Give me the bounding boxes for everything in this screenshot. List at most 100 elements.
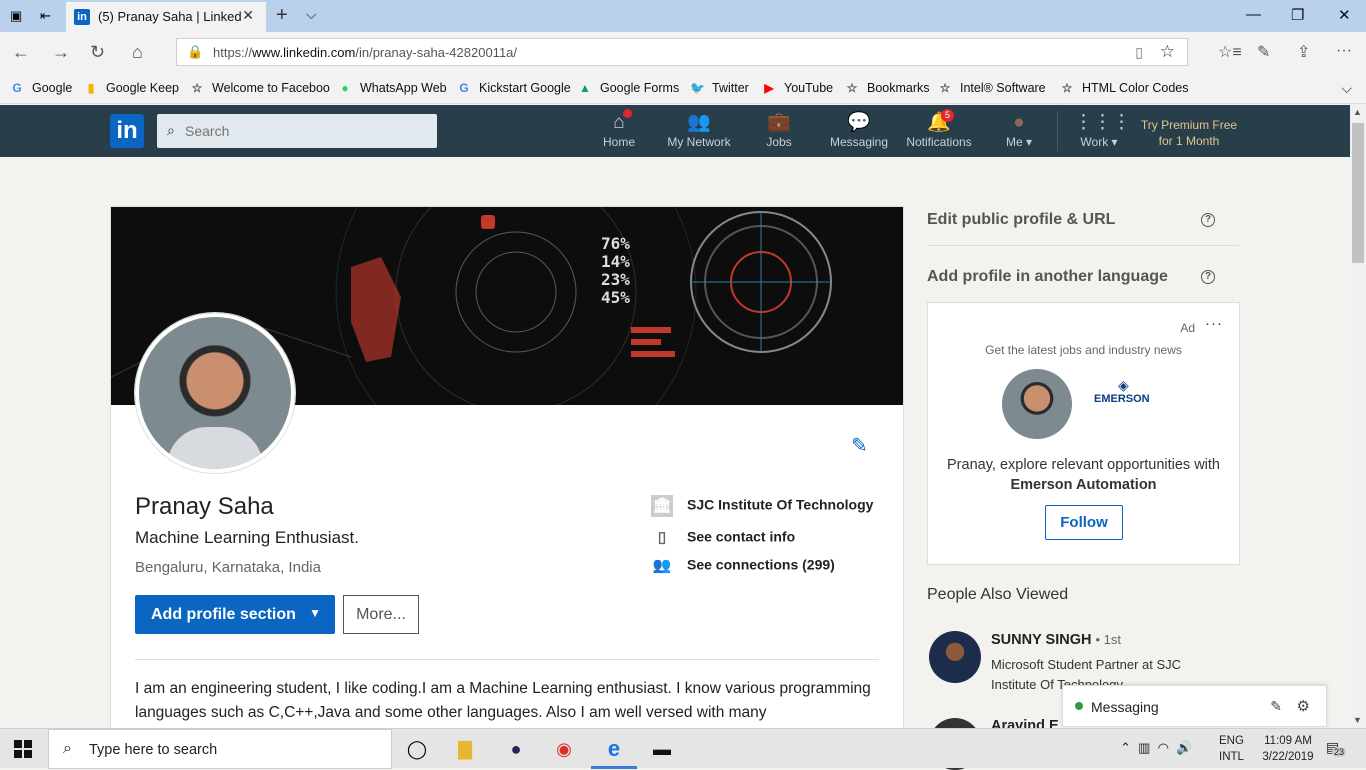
close-tab-icon[interactable]: ✕ bbox=[242, 7, 254, 24]
close-window-icon[interactable]: ✕ bbox=[1338, 6, 1351, 24]
favorite-item-10[interactable]: ☆ HTML Color Codes bbox=[1060, 81, 1189, 95]
nav-jobs[interactable]: 💼 Jobs bbox=[754, 111, 804, 149]
task-view-icon[interactable]: ◯ bbox=[394, 735, 440, 769]
briefcase-icon: 💼 bbox=[767, 112, 791, 133]
avatar[interactable] bbox=[929, 631, 981, 683]
twitter-icon: 🐦 bbox=[690, 81, 705, 95]
taskbar-search-placeholder: Type here to search bbox=[89, 742, 218, 758]
caret-down-icon: ▼ bbox=[309, 606, 321, 620]
favorite-item-5[interactable]: ▲ Google Forms bbox=[578, 81, 679, 95]
browser-tab[interactable]: in (5) Pranay Saha | Linked ✕ bbox=[66, 0, 266, 32]
favorite-item-4[interactable]: G Kickstart Google bbox=[457, 81, 570, 95]
about-summary: I am an engineering student, I like codi… bbox=[135, 680, 871, 721]
help-icon[interactable]: ? bbox=[1201, 270, 1215, 284]
set-aside-tabs-icon[interactable]: ⇤ bbox=[40, 8, 56, 24]
edge-icon[interactable]: e bbox=[591, 735, 637, 769]
more-icon[interactable]: ··· bbox=[1336, 42, 1352, 60]
chrome-icon[interactable]: ◉ bbox=[541, 735, 587, 769]
star-icon: ☆ bbox=[1061, 81, 1073, 95]
bell-icon: 🔔 bbox=[927, 112, 951, 133]
windows-start-icon[interactable] bbox=[14, 740, 32, 758]
url-text[interactable]: https://www.linkedin.com/in/pranay-saha-… bbox=[213, 45, 517, 60]
action-center-icon[interactable]: ▤ 23 bbox=[1326, 739, 1347, 757]
reading-view-icon[interactable]: ▯ bbox=[1135, 44, 1143, 61]
share-icon[interactable]: ⇪ bbox=[1297, 42, 1310, 62]
help-icon[interactable]: ? bbox=[1201, 213, 1215, 227]
nav-me[interactable]: ● Me ▾ bbox=[999, 111, 1039, 149]
file-explorer-icon[interactable]: ▇ bbox=[442, 735, 488, 769]
favorite-item-9[interactable]: ☆ Intel® Software bbox=[938, 81, 1046, 95]
scroll-down-icon[interactable]: ▼ bbox=[1353, 715, 1362, 725]
new-tab-icon[interactable]: + bbox=[276, 4, 288, 27]
favorite-item-0[interactable]: G Google bbox=[10, 81, 72, 95]
contact-info-link[interactable]: ▯ See contact info bbox=[651, 527, 795, 549]
connections-link[interactable]: 👥 See connections (299) bbox=[651, 555, 835, 577]
gear-icon[interactable]: ⚙ bbox=[1297, 697, 1310, 715]
premium-link[interactable]: Try Premium Free for 1 Month bbox=[1134, 117, 1244, 149]
nav-notifications[interactable]: 🔔 Notifications 5 bbox=[901, 109, 977, 149]
favorite-item-8[interactable]: ☆ Bookmarks bbox=[845, 81, 930, 95]
linkedin-logo-icon[interactable]: in bbox=[110, 114, 144, 148]
forward-icon[interactable]: → bbox=[52, 42, 70, 63]
search-input[interactable] bbox=[185, 120, 425, 142]
school-link[interactable]: 🏛 SJC Institute Of Technology bbox=[651, 495, 873, 517]
pen-icon[interactable]: ✎ bbox=[1257, 42, 1270, 62]
scroll-up-icon[interactable]: ▲ bbox=[1353, 107, 1362, 117]
google-icon: G bbox=[459, 81, 469, 95]
edit-intro-pencil-icon[interactable]: ✎ bbox=[851, 433, 868, 458]
tab-actions-icon[interactable]: ▣ bbox=[10, 8, 26, 24]
lock-icon: 🔒 bbox=[187, 44, 204, 59]
chevron-down-icon[interactable]: ⌵ bbox=[1341, 80, 1352, 97]
taskbar-search-box[interactable]: ⌕ Type here to search bbox=[48, 729, 392, 769]
nav-label: Work ▾ bbox=[1080, 135, 1118, 149]
clock[interactable]: 11:09 AM 3/22/2019 bbox=[1256, 733, 1320, 765]
minimize-icon[interactable]: — bbox=[1246, 6, 1261, 23]
nav-label: My Network bbox=[667, 135, 731, 149]
scroll-thumb[interactable] bbox=[1352, 123, 1364, 263]
favorite-item-2[interactable]: ☆ Welcome to Faceboo bbox=[190, 81, 330, 95]
follow-button[interactable]: Follow bbox=[1045, 505, 1123, 540]
refresh-icon[interactable]: ↻ bbox=[90, 42, 105, 63]
favorites-hub-icon[interactable]: ☆≡ bbox=[1218, 42, 1242, 62]
favorite-label: HTML Color Codes bbox=[1082, 81, 1189, 95]
svg-text:14%: 14% bbox=[601, 252, 630, 271]
tab-title: (5) Pranay Saha | Linked bbox=[98, 9, 242, 24]
person-name[interactable]: SUNNY SINGH • 1st bbox=[991, 632, 1121, 648]
favorite-label: YouTube bbox=[784, 81, 834, 95]
eclipse-icon[interactable]: ● bbox=[493, 735, 539, 769]
system-tray[interactable]: ⌃ ▥ ◠ 🔊 bbox=[1120, 740, 1192, 756]
ad-message: Pranay, explore relevant opportunities w… bbox=[947, 457, 1220, 493]
messaging-bar[interactable]: Messaging ✎ ⚙ bbox=[1062, 685, 1327, 727]
favorite-label: Twitter bbox=[712, 81, 749, 95]
page-scrollbar[interactable]: ▲ ▼ bbox=[1350, 105, 1366, 727]
compose-icon[interactable]: ✎ bbox=[1270, 698, 1282, 715]
favorite-item-7[interactable]: ▶ YouTube bbox=[762, 81, 833, 95]
address-bar[interactable]: 🔒 https://www.linkedin.com/in/pranay-sah… bbox=[176, 38, 1188, 66]
terminal-icon[interactable]: ▬ bbox=[639, 735, 685, 769]
home-button-icon[interactable]: ⌂ bbox=[132, 42, 143, 63]
more-button[interactable]: More... bbox=[343, 595, 419, 634]
ad-user-avatar bbox=[1002, 369, 1072, 439]
input-language[interactable]: ENG INTL bbox=[1219, 733, 1244, 765]
nav-label: Messaging bbox=[829, 135, 889, 149]
nav-mynetwork[interactable]: 👥 My Network bbox=[659, 111, 739, 149]
favorite-star-icon[interactable]: ☆ bbox=[1160, 42, 1175, 62]
school-logo-icon: 🏛 bbox=[651, 495, 673, 517]
nav-work[interactable]: ⋮⋮⋮ Work ▾ bbox=[1074, 111, 1131, 149]
add-profile-section-button[interactable]: Add profile section ▼ bbox=[135, 595, 335, 634]
linkedin-favicon-icon: in bbox=[74, 9, 90, 25]
favorite-item-3[interactable]: ● WhatsApp Web bbox=[338, 81, 446, 95]
nav-messaging[interactable]: 💬 Messaging bbox=[824, 111, 894, 149]
nav-home[interactable]: ⌂ Home bbox=[589, 109, 649, 149]
back-icon[interactable]: ← bbox=[12, 42, 30, 63]
youtube-icon: ▶ bbox=[764, 81, 774, 95]
more-options-icon[interactable]: ··· bbox=[1205, 315, 1223, 332]
favorite-label: Intel® Software bbox=[960, 81, 1046, 95]
restore-icon[interactable]: ❐ bbox=[1291, 6, 1304, 24]
favorite-item-1[interactable]: ▮ Google Keep bbox=[84, 81, 179, 95]
nav-label: Jobs bbox=[766, 135, 792, 149]
favorite-item-6[interactable]: 🐦 Twitter bbox=[690, 81, 749, 95]
profile-photo[interactable] bbox=[135, 313, 295, 473]
search-box[interactable]: ⌕ bbox=[157, 114, 437, 148]
chevron-down-icon[interactable]: ⌵ bbox=[306, 6, 317, 23]
